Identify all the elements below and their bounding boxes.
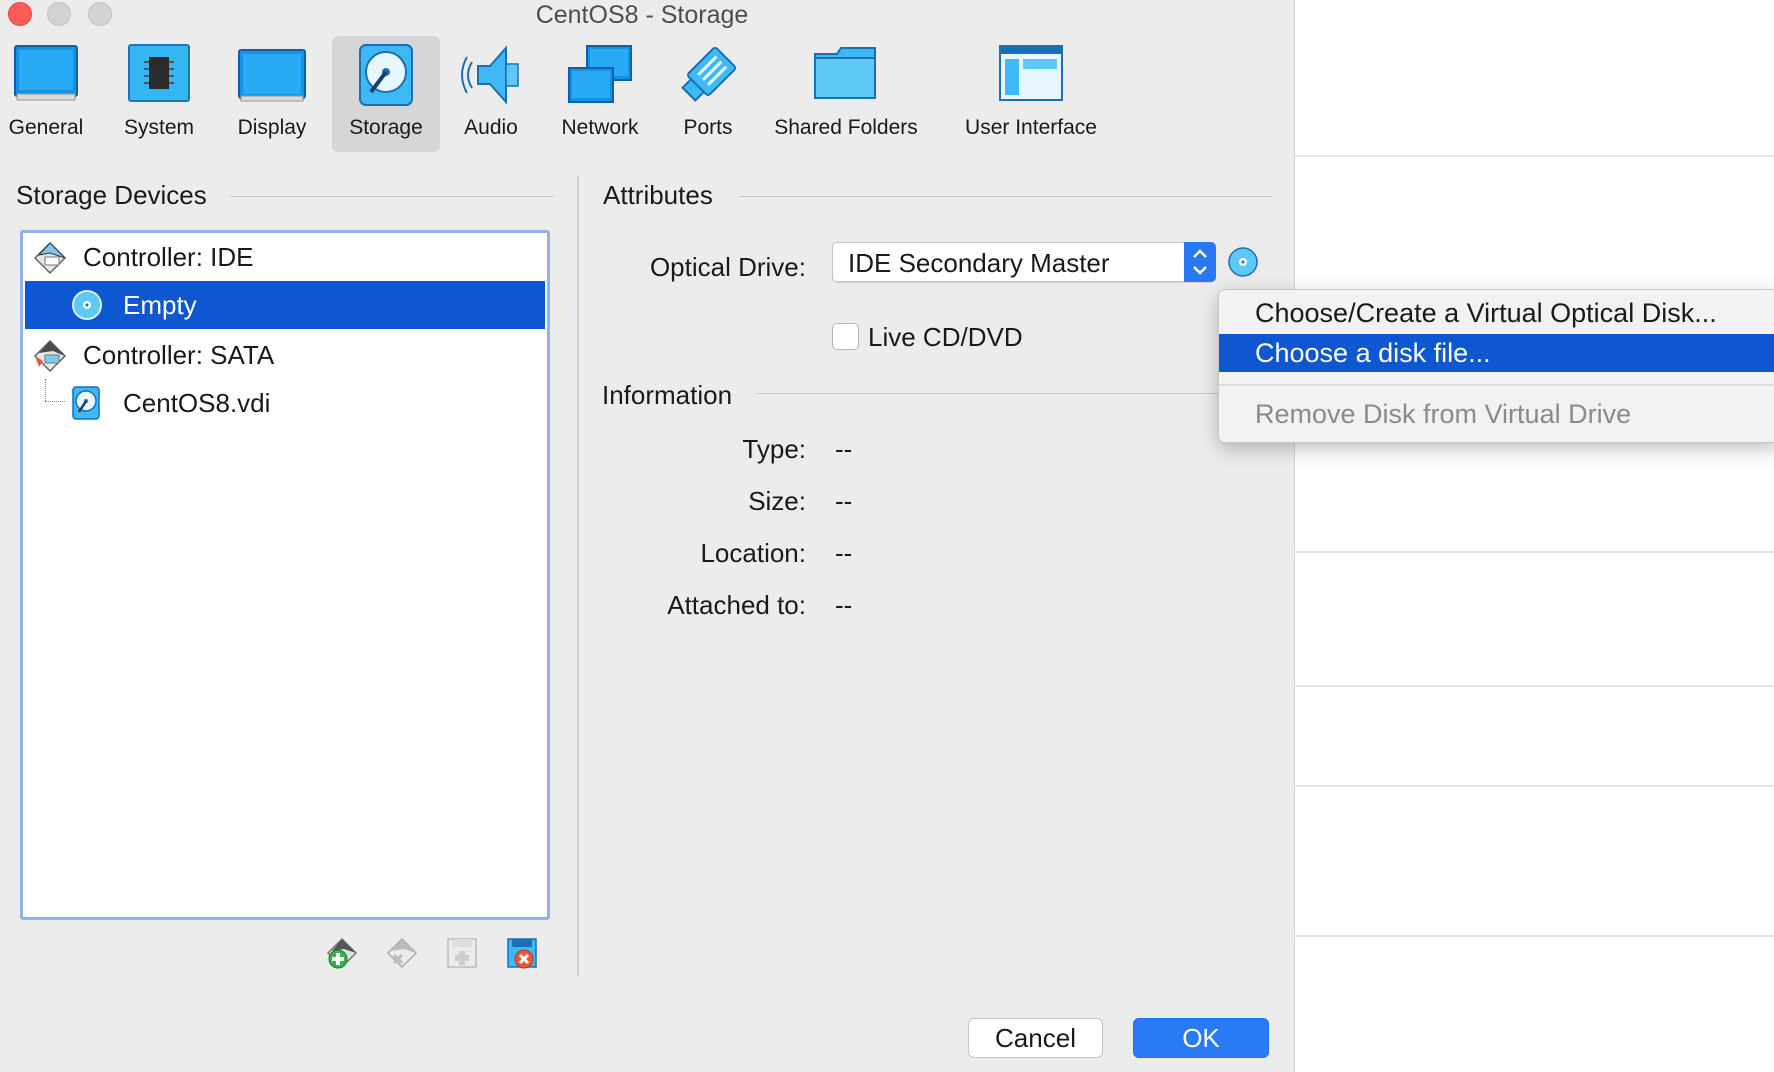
tree-item-label: Controller: SATA (83, 340, 275, 370)
tab-shared-folders-label: Shared Folders (774, 116, 918, 139)
tab-system[interactable]: System (112, 36, 206, 152)
chevron-updown-icon (1184, 242, 1216, 282)
tab-user-interface[interactable]: User Interface (946, 36, 1116, 152)
attributes-heading: Attributes (603, 180, 713, 210)
separator (740, 196, 1272, 197)
tree-item-centos-vdi[interactable]: CentOS8.vdi (25, 379, 545, 427)
size-label: Size: (748, 486, 806, 516)
menu-item-choose-disk-file[interactable]: Choose a disk file... (1219, 334, 1774, 372)
tab-user-interface-label: User Interface (965, 116, 1097, 139)
menu-separator (1219, 384, 1774, 386)
tree-item-label: Empty (123, 290, 197, 320)
tab-audio-label: Audio (464, 116, 518, 139)
tab-audio[interactable]: Audio (448, 36, 534, 152)
attached-to-value: -- (835, 590, 853, 620)
add-controller-icon[interactable] (442, 933, 482, 973)
add-attachment-icon[interactable] (322, 933, 362, 973)
storage-settings-dialog: CentOS8 - Storage General System Display (0, 0, 1294, 1072)
type-label: Type: (742, 434, 806, 464)
menu-item-choose-create-optical-disk[interactable]: Choose/Create a Virtual Optical Disk... (1219, 294, 1774, 332)
panel-divider (577, 176, 579, 976)
ok-button[interactable]: OK (1133, 1018, 1269, 1058)
ide-controller-icon (33, 241, 67, 275)
location-label: Location: (700, 538, 806, 568)
information-heading: Information (602, 380, 733, 410)
size-value: -- (835, 486, 853, 516)
tab-storage[interactable]: Storage (332, 36, 440, 152)
system-icon (128, 44, 190, 102)
optical-disk-popup-menu: Choose/Create a Virtual Optical Disk... … (1218, 289, 1774, 443)
tree-item-empty-optical[interactable]: Empty (25, 281, 545, 329)
tab-network-label: Network (561, 116, 639, 139)
tab-network[interactable]: Network (552, 36, 648, 152)
storage-devices-heading: Storage Devices (16, 180, 207, 210)
network-icon (568, 45, 632, 103)
background-window (1294, 0, 1774, 1072)
tab-ports[interactable]: Ports (668, 36, 748, 152)
location-value: -- (835, 538, 853, 568)
sata-controller-icon (33, 339, 67, 373)
cancel-button[interactable]: Cancel (968, 1018, 1103, 1058)
type-value: -- (835, 434, 853, 464)
tree-item-controller-sata[interactable]: Controller: SATA (25, 331, 545, 379)
tab-general[interactable]: General (0, 36, 92, 152)
live-cd-checkbox[interactable] (832, 323, 859, 350)
tab-ports-label: Ports (683, 116, 733, 139)
optical-drive-label: Optical Drive: (649, 252, 806, 282)
general-icon (14, 45, 78, 101)
tab-general-label: General (8, 116, 84, 139)
tab-shared-folders[interactable]: Shared Folders (766, 36, 926, 152)
optical-disc-icon (72, 290, 102, 320)
display-icon (238, 49, 306, 102)
audio-icon (461, 45, 519, 105)
optical-drive-select[interactable]: IDE Secondary Master (832, 242, 1216, 282)
user-interface-icon (999, 45, 1063, 101)
menu-item-remove-disk[interactable]: Remove Disk from Virtual Drive (1219, 395, 1774, 433)
storage-tree[interactable]: Controller: IDE Empty Controller: SATA C… (20, 230, 550, 920)
ports-icon (681, 46, 737, 102)
shared-folders-icon (814, 47, 876, 99)
optical-drive-value: IDE Secondary Master (848, 248, 1110, 278)
tab-storage-label: Storage (349, 116, 423, 139)
tab-display-label: Display (237, 116, 307, 139)
tree-item-label: CentOS8.vdi (123, 388, 271, 418)
storage-icon (359, 44, 413, 106)
tab-system-label: System (123, 116, 194, 139)
separator (756, 393, 1226, 394)
tree-item-controller-ide[interactable]: Controller: IDE (25, 233, 545, 281)
tab-display[interactable]: Display (226, 36, 318, 152)
title-bar: CentOS8 - Storage (0, 0, 1294, 36)
remove-controller-icon[interactable] (502, 933, 542, 973)
attached-to-label: Attached to: (667, 590, 806, 620)
remove-attachment-icon[interactable] (382, 933, 422, 973)
hard-disk-icon (72, 386, 100, 420)
tree-item-label: Controller: IDE (83, 242, 254, 272)
window-title: CentOS8 - Storage (535, 1, 749, 29)
choose-disk-menu-button[interactable] (1227, 246, 1259, 278)
live-cd-label: Live CD/DVD (868, 322, 1023, 352)
separator (230, 196, 554, 197)
